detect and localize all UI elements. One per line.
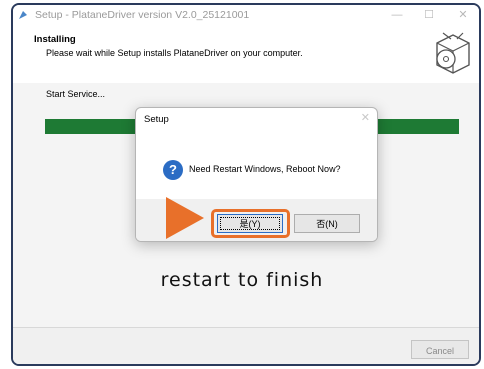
cd-box-icon [436,32,470,74]
app-icon [19,11,27,19]
pointer-arrow-icon [166,197,204,239]
cancel-button[interactable]: Cancel [411,340,469,359]
dialog-close-button[interactable]: ✕ [361,111,370,124]
status-text: Start Service... [46,89,106,99]
dialog-message: Need Restart Windows, Reboot Now? [189,164,341,174]
header-panel: Installing Please wait while Setup insta… [13,25,479,83]
page-subtitle: Please wait while Setup installs Platane… [46,48,303,58]
page-title: Installing [34,34,76,45]
title-bar: Setup - PlataneDriver version V2.0_25121… [13,5,479,25]
minimize-button[interactable]: — [385,7,409,23]
dialog-title: Setup [144,114,169,125]
maximize-button[interactable]: ☐ [417,7,441,23]
no-button[interactable]: 否(N) [294,214,360,233]
close-button[interactable]: ✕ [451,7,475,23]
footer-bar: Cancel [13,327,479,364]
window-title: Setup - PlataneDriver version V2.0_25121… [35,9,250,21]
yes-button[interactable]: 是(Y) [217,214,283,233]
instruction-caption: restart to finish [160,269,324,291]
question-icon: ? [163,160,183,180]
